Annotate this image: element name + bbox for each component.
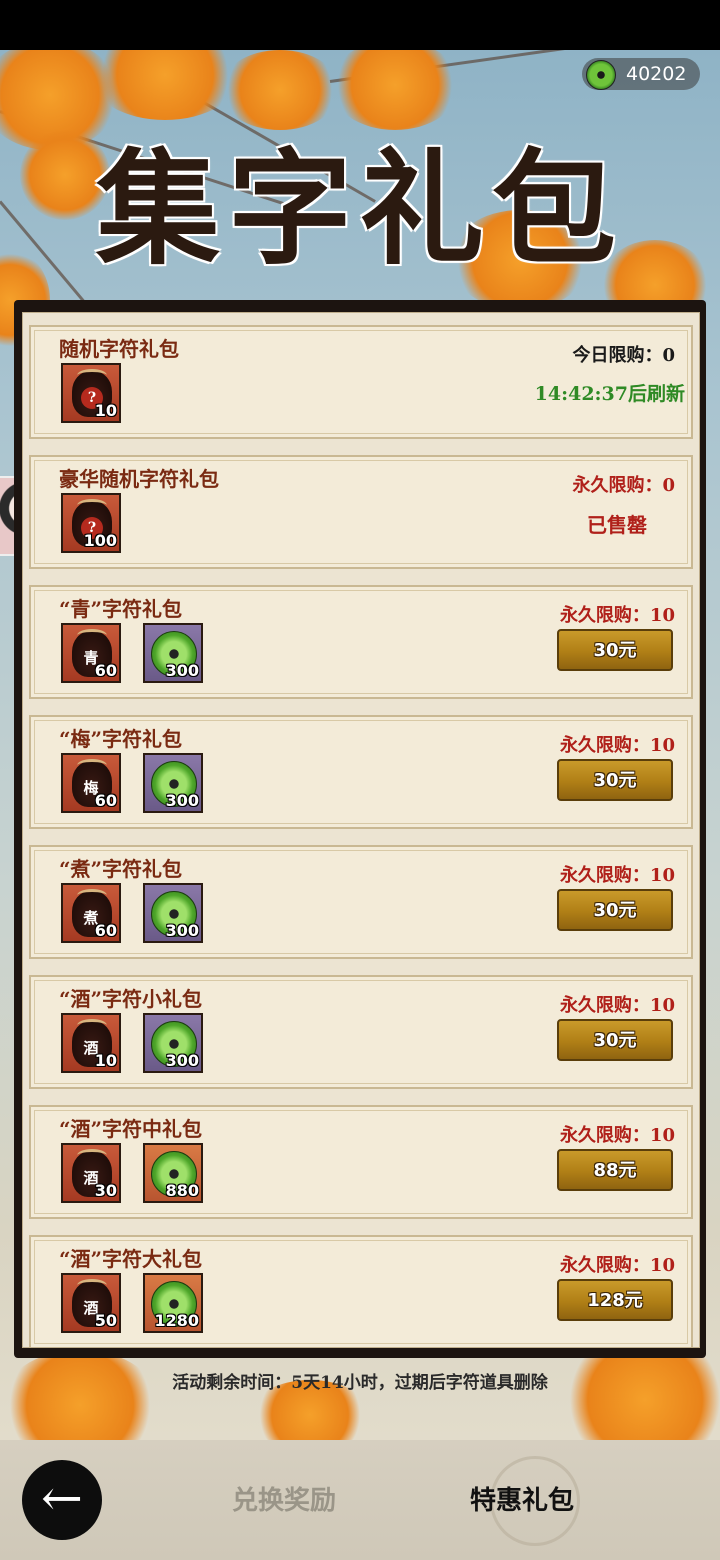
pack-title: 随机字符礼包 [59, 337, 179, 361]
item-quantity: 1280 [154, 1311, 199, 1330]
buy-button[interactable]: 30元 [557, 1019, 673, 1061]
pack-title: “梅”字符礼包 [59, 727, 183, 751]
item-slot[interactable]: 梅 60 [61, 753, 121, 813]
item-quantity: 60 [94, 921, 117, 940]
pack-card: “酒”字符大礼包 永久限购：10 128元 酒 50 1280 [29, 1235, 693, 1347]
pack-card: “梅”字符礼包 永久限购：10 30元 梅 60 300 [29, 715, 693, 829]
item-slot[interactable]: ? 100 [61, 493, 121, 553]
pack-card: 豪华随机字符礼包 永久限购：0 已售罄 ? 100 [29, 455, 693, 569]
purchase-limit: 永久限购：10 [559, 605, 675, 626]
pack-title: “酒”字符中礼包 [59, 1117, 203, 1141]
status-bar [0, 0, 720, 50]
item-quantity: 300 [165, 791, 199, 810]
buy-button[interactable]: 88元 [557, 1149, 673, 1191]
item-quantity: 10 [94, 1051, 117, 1070]
purchase-limit: 永久限购：10 [559, 1255, 675, 1276]
purchase-limit: 永久限购：0 [572, 475, 675, 496]
item-quantity: 30 [94, 1181, 117, 1200]
item-slot[interactable]: 300 [143, 883, 203, 943]
item-quantity: 100 [83, 531, 117, 550]
item-slot[interactable]: 300 [143, 753, 203, 813]
buy-button[interactable]: 30元 [557, 629, 673, 671]
item-slot[interactable]: 煮 60 [61, 883, 121, 943]
pack-card: “酒”字符小礼包 永久限购：10 30元 酒 10 300 [29, 975, 693, 1089]
item-slot[interactable]: 酒 10 [61, 1013, 121, 1073]
tab-special-packs[interactable]: 特惠礼包 [470, 1480, 574, 1517]
item-quantity: 300 [165, 1051, 199, 1070]
item-quantity: 300 [165, 921, 199, 940]
item-quantity: 50 [94, 1311, 117, 1330]
purchase-limit: 今日限购：0 [572, 345, 675, 366]
pack-title: 豪华随机字符礼包 [59, 467, 219, 491]
back-arrow-icon[interactable]: ← [22, 1460, 102, 1540]
page-title: 集字礼包 [95, 137, 624, 282]
item-slot[interactable]: 880 [143, 1143, 203, 1203]
item-quantity: 60 [94, 791, 117, 810]
pack-card: 随机字符礼包 今日限购：0 14:42:37后刷新 ? 10 [29, 325, 693, 439]
tab-exchange-rewards[interactable]: 兑换奖励 [232, 1480, 336, 1517]
refresh-timer: 14:42:37后刷新 [534, 383, 685, 405]
item-quantity: 10 [94, 401, 117, 420]
item-quantity: 60 [94, 661, 117, 680]
currency-display: 40202 [582, 58, 700, 90]
coin-value: 40202 [626, 63, 687, 85]
item-quantity: 300 [165, 661, 199, 680]
pack-title: “煮”字符礼包 [59, 857, 183, 881]
item-quantity: 880 [165, 1181, 199, 1200]
item-slot[interactable]: 300 [143, 623, 203, 683]
bottom-nav: ← 兑换奖励 特惠礼包 [0, 1440, 720, 1560]
buy-button[interactable]: 30元 [557, 889, 673, 931]
pack-title: “酒”字符大礼包 [59, 1247, 203, 1271]
pack-card: “酒”字符中礼包 永久限购：10 88元 酒 30 880 [29, 1105, 693, 1219]
buy-button[interactable]: 128元 [557, 1279, 673, 1321]
item-slot[interactable]: 酒 50 [61, 1273, 121, 1333]
pack-card: “青”字符礼包 永久限购：10 30元 青 60 300 [29, 585, 693, 699]
purchase-limit: 永久限购：10 [559, 995, 675, 1016]
purchase-limit: 永久限购：10 [559, 865, 675, 886]
purchase-limit: 永久限购：10 [559, 735, 675, 756]
pack-title: “酒”字符小礼包 [59, 987, 203, 1011]
item-slot[interactable]: 300 [143, 1013, 203, 1073]
item-slot[interactable]: 青 60 [61, 623, 121, 683]
pack-list[interactable]: 随机字符礼包 今日限购：0 14:42:37后刷新 ? 10 豪华随机字符礼包 … [22, 312, 700, 1348]
jade-coin-icon [586, 60, 616, 90]
buy-button[interactable]: 30元 [557, 759, 673, 801]
pack-card: “煮”字符礼包 永久限购：10 30元 煮 60 300 [29, 845, 693, 959]
event-remaining-note: 活动剩余时间：5天14小时，过期后字符道具删除 [172, 1373, 548, 1393]
pack-title: “青”字符礼包 [59, 597, 183, 621]
item-slot[interactable]: ? 10 [61, 363, 121, 423]
item-slot[interactable]: 1280 [143, 1273, 203, 1333]
item-slot[interactable]: 酒 30 [61, 1143, 121, 1203]
sold-out-label: 已售罄 [587, 513, 647, 537]
purchase-limit: 永久限购：10 [559, 1125, 675, 1146]
